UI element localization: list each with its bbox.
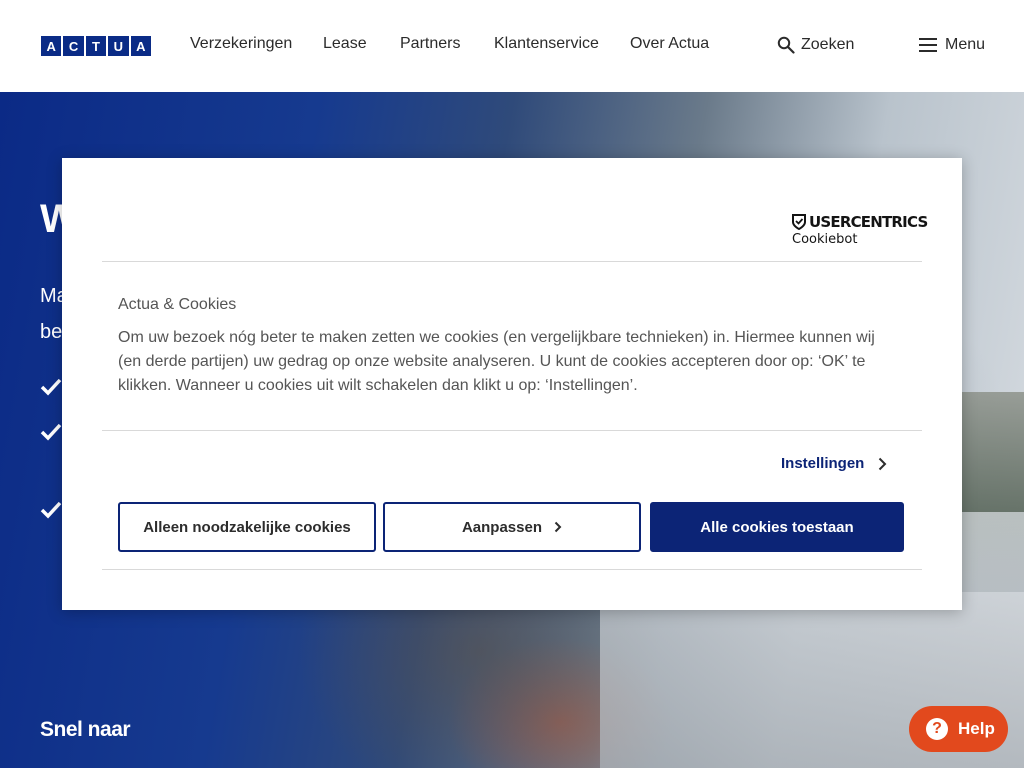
accept-all-button[interactable]: Alle cookies toestaan xyxy=(650,502,904,552)
dialog-body-text: Om uw bezoek nóg beter te maken zetten w… xyxy=(118,329,875,394)
divider xyxy=(102,430,922,431)
customize-button[interactable]: Aanpassen xyxy=(383,502,641,552)
chevron-right-icon xyxy=(554,521,562,533)
brand-name: USERCENTRICS xyxy=(809,213,928,231)
usercentrics-cookiebot-logo[interactable]: USERCENTRICS Cookiebot xyxy=(792,213,928,247)
necessary-cookies-button[interactable]: Alleen noodzakelijke cookies xyxy=(118,502,376,552)
divider xyxy=(102,569,922,570)
divider xyxy=(102,261,922,262)
necessary-cookies-label: Alleen noodzakelijke cookies xyxy=(143,518,351,536)
settings-link[interactable]: Instellingen xyxy=(781,455,887,472)
customize-label: Aanpassen xyxy=(461,518,543,536)
help-label: Help xyxy=(958,719,995,738)
question-icon: ? xyxy=(926,718,948,740)
chevron-right-icon xyxy=(879,457,887,470)
dialog-title: Actua & Cookies xyxy=(118,296,237,313)
brand-sub: Cookiebot xyxy=(792,232,858,247)
shield-icon xyxy=(792,214,806,230)
help-button[interactable]: ? Help xyxy=(909,706,1008,752)
settings-label: Instellingen xyxy=(781,455,865,472)
accept-all-label: Alle cookies toestaan xyxy=(700,518,854,536)
cookie-dialog: USERCENTRICS Cookiebot Actua & Cookies O… xyxy=(62,158,962,610)
